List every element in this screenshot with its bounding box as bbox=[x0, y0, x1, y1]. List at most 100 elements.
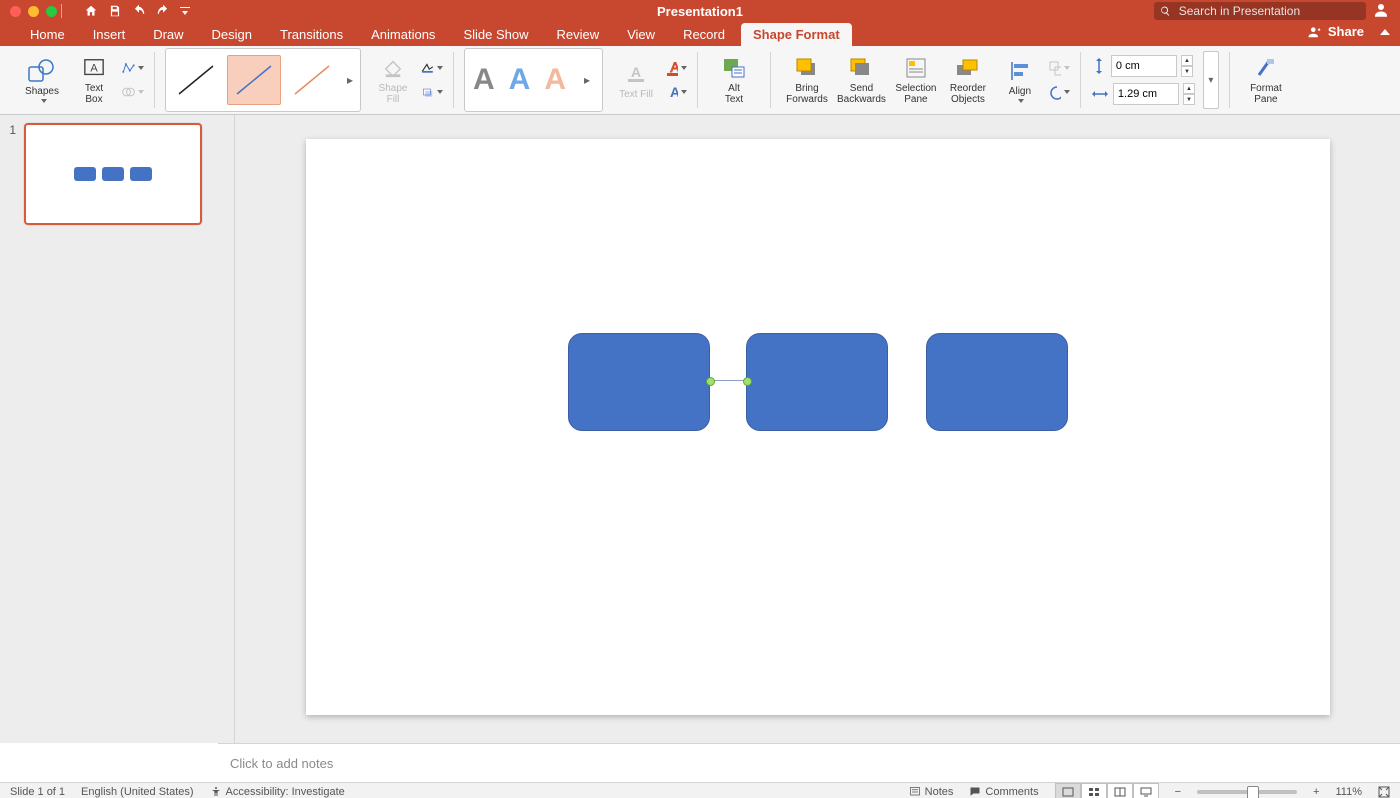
wordart-style-2[interactable]: A bbox=[509, 63, 531, 97]
view-slideshow-button[interactable] bbox=[1133, 783, 1159, 798]
thumbnail-preview[interactable] bbox=[24, 123, 202, 225]
shape-style-3[interactable] bbox=[285, 55, 339, 105]
search-input[interactable] bbox=[1177, 3, 1360, 19]
bring-forwards-button[interactable]: Bring Forwards bbox=[781, 48, 833, 112]
thumbnail-1[interactable]: 1 bbox=[8, 123, 226, 225]
save-icon[interactable] bbox=[108, 4, 122, 18]
shape-style-1[interactable] bbox=[169, 55, 223, 105]
notes-pane[interactable]: Click to add notes bbox=[218, 743, 1400, 782]
selection-pane-button[interactable]: Selection Pane bbox=[890, 48, 942, 112]
svg-text:A: A bbox=[90, 63, 98, 75]
view-normal-button[interactable] bbox=[1055, 783, 1081, 798]
tab-design[interactable]: Design bbox=[200, 23, 264, 46]
notes-placeholder: Click to add notes bbox=[230, 756, 333, 771]
shape-style-gallery[interactable]: ▸ bbox=[165, 48, 361, 112]
wordart-style-1[interactable]: A bbox=[473, 63, 495, 97]
zoom-slider-thumb[interactable] bbox=[1247, 786, 1259, 798]
text-fill-icon: A bbox=[626, 61, 646, 87]
minimize-window-button[interactable] bbox=[28, 6, 39, 17]
shape-fill-button: Shape Fill bbox=[369, 55, 417, 105]
zoom-out-button[interactable]: − bbox=[1175, 786, 1181, 798]
close-window-button[interactable] bbox=[10, 6, 21, 17]
quick-access-toolbar bbox=[84, 4, 190, 18]
view-buttons bbox=[1055, 783, 1159, 798]
slide-thumbnail-panel[interactable]: 1 bbox=[0, 115, 235, 743]
tab-animations[interactable]: Animations bbox=[359, 23, 447, 46]
align-button[interactable]: Align bbox=[994, 48, 1046, 112]
text-fill-button: A Text Fill bbox=[611, 61, 661, 100]
reorder-objects-icon bbox=[955, 55, 981, 81]
rounded-rect-2[interactable] bbox=[746, 333, 888, 431]
wordart-style-gallery[interactable]: A A A ▸ bbox=[464, 48, 603, 112]
shape-style-more-icon[interactable]: ▸ bbox=[343, 73, 357, 87]
edit-shape-button[interactable] bbox=[122, 57, 144, 79]
share-person-icon bbox=[1308, 25, 1322, 39]
text-effects-button[interactable]: A bbox=[665, 81, 687, 103]
shape-style-2[interactable] bbox=[227, 55, 281, 105]
shapes-button[interactable]: Shapes bbox=[16, 48, 68, 112]
shapes-icon bbox=[28, 58, 56, 84]
fit-to-window-button[interactable] bbox=[1378, 786, 1390, 798]
tab-slideshow[interactable]: Slide Show bbox=[451, 23, 540, 46]
slide[interactable] bbox=[306, 139, 1330, 715]
align-icon bbox=[1009, 58, 1031, 84]
format-pane-button[interactable]: Format Pane bbox=[1240, 48, 1292, 112]
tab-view[interactable]: View bbox=[615, 23, 667, 46]
share-button[interactable]: Share bbox=[1308, 24, 1390, 39]
status-comments-toggle[interactable]: Comments bbox=[969, 786, 1038, 798]
connector-line[interactable] bbox=[710, 380, 748, 381]
window-controls bbox=[10, 6, 57, 17]
text-box-button[interactable]: A Text Box bbox=[68, 48, 120, 112]
zoom-slider[interactable] bbox=[1197, 790, 1297, 794]
view-reading-button[interactable] bbox=[1107, 783, 1133, 798]
text-box-icon: A bbox=[83, 55, 105, 81]
height-spinner[interactable]: ▲▼ bbox=[1181, 55, 1193, 77]
send-backwards-button[interactable]: Send Backwards bbox=[833, 48, 890, 112]
tab-home[interactable]: Home bbox=[18, 23, 77, 46]
connector-handle-end[interactable] bbox=[743, 377, 752, 386]
home-icon[interactable] bbox=[84, 4, 98, 18]
tab-shape-format[interactable]: Shape Format bbox=[741, 23, 852, 46]
redo-icon[interactable] bbox=[156, 4, 170, 18]
shape-effects-button[interactable] bbox=[421, 81, 443, 103]
width-spinner[interactable]: ▲▼ bbox=[1183, 83, 1195, 105]
tab-insert[interactable]: Insert bbox=[81, 23, 138, 46]
alt-text-button[interactable]: Alt Text bbox=[708, 48, 760, 112]
selection-pane-icon bbox=[905, 55, 927, 81]
status-accessibility[interactable]: Accessibility: Investigate bbox=[210, 786, 345, 798]
zoom-level[interactable]: 111% bbox=[1335, 786, 1362, 798]
zoom-window-button[interactable] bbox=[46, 6, 57, 17]
rounded-rect-1[interactable] bbox=[568, 333, 710, 431]
rotate-button[interactable] bbox=[1048, 81, 1070, 103]
wordart-style-3[interactable]: A bbox=[544, 63, 566, 97]
wordart-style-more-icon[interactable]: ▸ bbox=[580, 73, 594, 87]
accessibility-icon bbox=[210, 786, 222, 798]
shape-width-input[interactable] bbox=[1113, 83, 1179, 105]
size-dialog-launcher[interactable]: ▾ bbox=[1203, 51, 1219, 109]
shape-outline-button[interactable] bbox=[421, 57, 443, 79]
slide-canvas-area[interactable] bbox=[235, 115, 1400, 743]
collapse-ribbon-icon[interactable] bbox=[1380, 29, 1390, 35]
account-icon[interactable] bbox=[1372, 1, 1390, 22]
qat-more-icon[interactable] bbox=[180, 6, 190, 16]
thumbnail-number: 1 bbox=[8, 123, 16, 225]
status-language[interactable]: English (United States) bbox=[81, 786, 194, 798]
undo-icon[interactable] bbox=[132, 4, 146, 18]
status-notes-toggle[interactable]: Notes bbox=[909, 786, 954, 798]
connector-handle-start[interactable] bbox=[706, 377, 715, 386]
search-box[interactable] bbox=[1154, 2, 1366, 20]
tab-review[interactable]: Review bbox=[544, 23, 611, 46]
merge-shapes-button bbox=[122, 81, 144, 103]
zoom-in-button[interactable]: + bbox=[1313, 786, 1319, 798]
tab-transitions[interactable]: Transitions bbox=[268, 23, 355, 46]
group-wordart-styles: A A A ▸ A Text Fill A A bbox=[458, 46, 693, 114]
width-icon bbox=[1091, 86, 1109, 102]
tab-draw[interactable]: Draw bbox=[141, 23, 195, 46]
shape-height-input[interactable] bbox=[1111, 55, 1177, 77]
text-outline-button[interactable]: A bbox=[665, 57, 687, 79]
view-sorter-button[interactable] bbox=[1081, 783, 1107, 798]
status-slide-indicator[interactable]: Slide 1 of 1 bbox=[10, 786, 65, 798]
tab-record[interactable]: Record bbox=[671, 23, 737, 46]
rounded-rect-3[interactable] bbox=[926, 333, 1068, 431]
reorder-objects-button[interactable]: Reorder Objects bbox=[942, 48, 994, 112]
